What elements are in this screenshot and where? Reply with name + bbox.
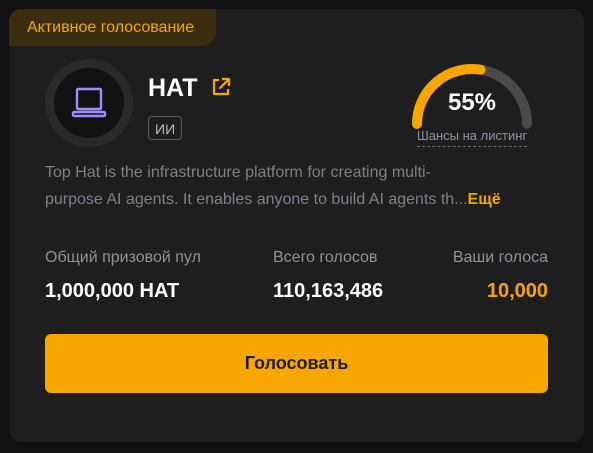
listing-chance-label-text: Шансы на листинг xyxy=(416,128,528,147)
prize-pool-value: 1,000,000 HAT xyxy=(45,280,180,302)
listing-chance-label[interactable]: Шансы на листинг xyxy=(407,128,537,147)
vote-button[interactable]: Голосовать xyxy=(45,334,548,393)
active-voting-badge: Активное голосование xyxy=(9,9,217,46)
voting-card: Активное голосование HAT ИИ 55% Шансы на… xyxy=(9,9,584,442)
your-votes-value: 10,000 xyxy=(486,280,548,302)
token-description: Top Hat is the infrastructure platform f… xyxy=(45,159,550,213)
token-avatar xyxy=(45,59,133,147)
category-tag: ИИ xyxy=(148,116,183,140)
more-link[interactable]: Ещё xyxy=(468,191,501,208)
listing-chance-value: 55% xyxy=(447,89,497,116)
external-link-icon[interactable] xyxy=(210,76,232,98)
token-avatar-inner xyxy=(54,68,124,138)
description-line-2: purpose AI agents. It enables anyone to … xyxy=(45,191,501,208)
description-line-2-text: purpose AI agents. It enables anyone to … xyxy=(45,191,455,208)
token-name: HAT xyxy=(148,74,198,102)
total-votes-label: Всего голосов xyxy=(273,249,378,266)
description-line-1: Top Hat is the infrastructure platform f… xyxy=(45,164,431,181)
laptop-icon xyxy=(71,87,107,118)
prize-pool-label: Общий призовой пул xyxy=(45,249,201,266)
total-votes-value: 110,163,486 xyxy=(273,280,384,302)
your-votes-label: Ваши голоса xyxy=(452,249,548,266)
